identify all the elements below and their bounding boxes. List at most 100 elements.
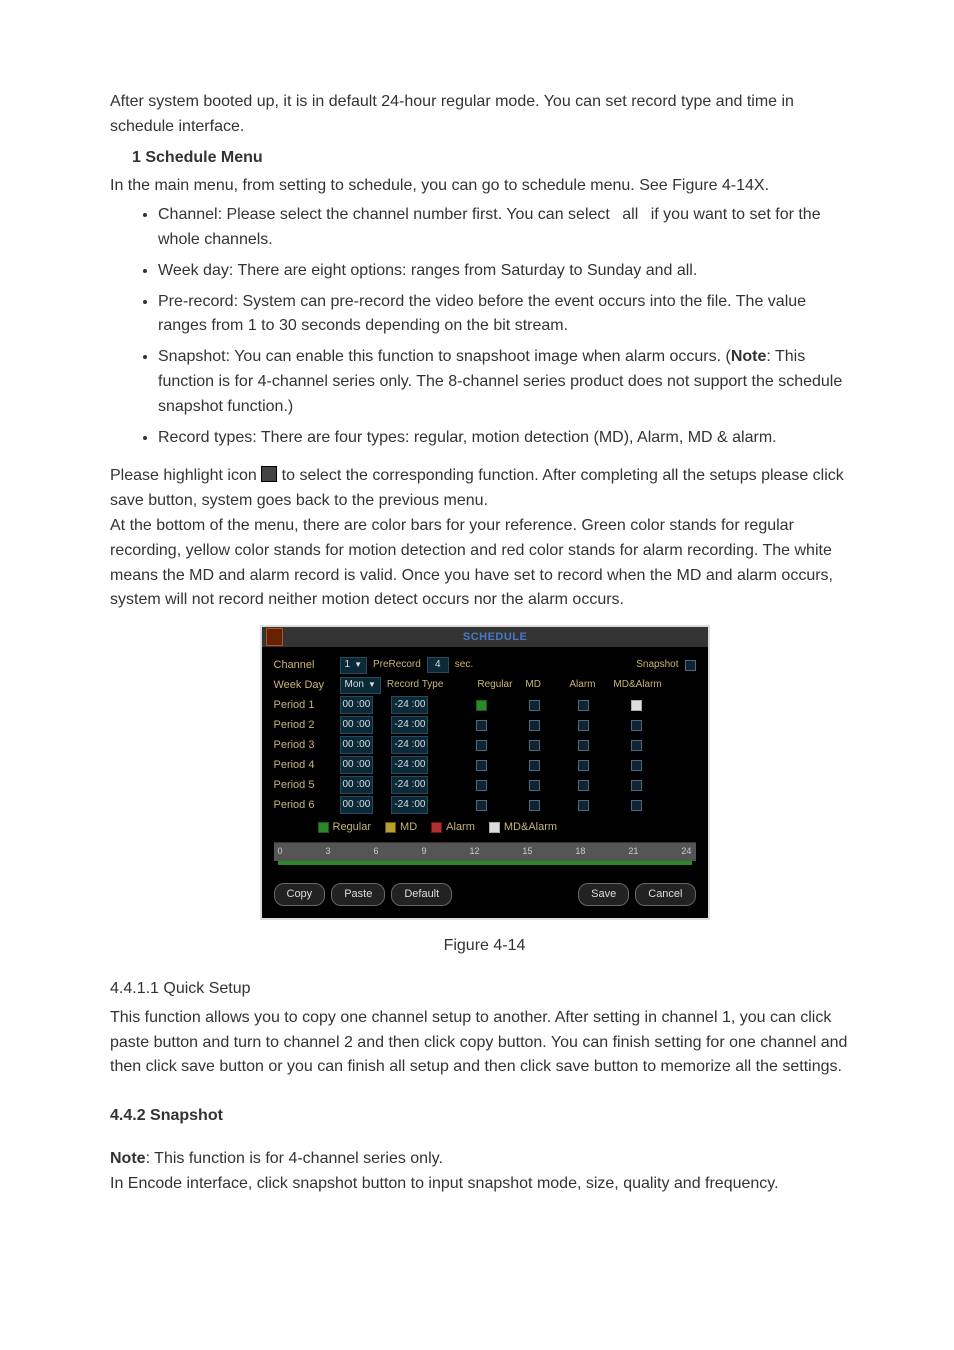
period-to[interactable]: -24 :00 [391,736,428,754]
period-mdalarm-checkbox[interactable] [631,740,642,751]
sec-label: sec. [455,657,473,673]
period-md-checkbox[interactable] [529,780,540,791]
period-from[interactable]: 00 :00 [340,796,374,814]
legend-regular: Regular [333,819,372,836]
tick-15: 15 [522,845,532,859]
period-label: Period 1 [274,697,334,714]
period-alarm-checkbox[interactable] [578,720,589,731]
bullet-snapshot: Snapshot: You can enable this function t… [158,345,859,419]
chevron-down-icon: ▼ [354,659,362,671]
period-mdalarm-checkbox[interactable] [631,760,642,771]
period-alarm-checkbox[interactable] [578,760,589,771]
period-regular-checkbox[interactable] [476,720,487,731]
section-1-line: In the main menu, from setting to schedu… [110,174,859,199]
period-md-checkbox[interactable] [529,700,540,711]
period-md-checkbox[interactable] [529,740,540,751]
snapshot-checkbox[interactable] [685,660,696,671]
period-to[interactable]: -24 :00 [391,696,428,714]
paste-button[interactable]: Paste [331,883,385,906]
period-row-3: Period 3 00 :00 -24 :00 [274,735,696,755]
tick-3: 3 [325,845,330,859]
col-md: MD [525,677,563,693]
period-regular-checkbox[interactable] [476,740,487,751]
tick-18: 18 [575,845,585,859]
tick-6: 6 [373,845,378,859]
period-md-checkbox[interactable] [529,800,540,811]
period-mdalarm-checkbox[interactable] [631,780,642,791]
default-button[interactable]: Default [391,883,452,906]
highlight-instruction: Please highlight icon to select the corr… [110,464,859,514]
period-row-4: Period 4 00 :00 -24 :00 [274,755,696,775]
channel-label: Channel [274,657,334,674]
period-alarm-checkbox[interactable] [578,700,589,711]
tick-9: 9 [421,845,426,859]
period-label: Period 3 [274,737,334,754]
period-regular-checkbox[interactable] [476,700,487,711]
period-regular-checkbox[interactable] [476,780,487,791]
save-button[interactable]: Save [578,883,629,906]
timeline-bar [278,861,692,865]
bullet-recordtypes: Record types: There are four types: regu… [158,426,859,451]
weekday-label: Week Day [274,677,334,694]
period-mdalarm-checkbox[interactable] [631,800,642,811]
snapshot-note-text: : This function is for 4-channel series … [146,1150,443,1167]
timeline-scale: 0 3 6 9 12 15 18 21 24 [274,842,696,861]
chevron-down-icon: ▼ [368,679,376,691]
period-regular-checkbox[interactable] [476,760,487,771]
col-alarm: Alarm [569,677,607,693]
period-alarm-checkbox[interactable] [578,780,589,791]
snapshot-note-line: Note: This function is for 4-channel ser… [110,1147,859,1172]
period-from[interactable]: 00 :00 [340,696,374,714]
period-to[interactable]: -24 :00 [391,716,428,734]
quick-setup-body: This function allows you to copy one cha… [110,1006,859,1080]
period-regular-checkbox[interactable] [476,800,487,811]
legend-regular-icon [318,822,329,833]
tick-24: 24 [681,845,691,859]
highlight-lead: Please highlight icon [110,467,261,484]
legend-md-icon [385,822,396,833]
period-label: Period 4 [274,757,334,774]
period-from[interactable]: 00 :00 [340,756,374,774]
prerecord-input[interactable]: 4 [427,657,449,673]
period-from[interactable]: 00 :00 [340,736,374,754]
weekday-select[interactable]: Mon ▼ [340,677,381,694]
period-from[interactable]: 00 :00 [340,716,374,734]
period-to[interactable]: -24 :00 [391,796,428,814]
period-md-checkbox[interactable] [529,720,540,731]
snapshot-title: 4.4.2 Snapshot [110,1104,859,1129]
channel-value: 1 [345,657,351,673]
schedule-screenshot: SCHEDULE Channel 1▼ PreRecord 4 sec. Sna… [260,625,710,920]
col-regular: Regular [477,677,519,693]
tick-12: 12 [469,845,479,859]
tick-21: 21 [628,845,638,859]
legend-mdalarm: MD&Alarm [504,819,557,836]
period-from[interactable]: 00 :00 [340,776,374,794]
period-alarm-checkbox[interactable] [578,800,589,811]
weekday-value: Mon [345,677,364,693]
period-to[interactable]: -24 :00 [391,756,428,774]
window-title: SCHEDULE [283,629,708,646]
period-mdalarm-checkbox[interactable] [631,700,642,711]
cancel-button[interactable]: Cancel [635,883,695,906]
legend-md: MD [400,819,417,836]
bullet-channel: Channel: Please select the channel numbe… [158,203,859,253]
period-alarm-checkbox[interactable] [578,740,589,751]
legend-mdalarm-icon [489,822,500,833]
snapshot-note-label: Note [110,1150,146,1167]
period-row-2: Period 200 :00-24 :00 [274,715,696,735]
legend-alarm-icon [431,822,442,833]
snapshot-body: In Encode interface, click snapshot butt… [110,1172,859,1197]
period-md-checkbox[interactable] [529,760,540,771]
period-to[interactable]: -24 :00 [391,776,428,794]
channel-select[interactable]: 1▼ [340,657,367,674]
legend-alarm: Alarm [446,819,475,836]
figure-caption: Figure 4-14 [110,934,859,959]
bullet-weekday: Week day: There are eight options: range… [158,259,859,284]
period-mdalarm-checkbox[interactable] [631,720,642,731]
copy-button[interactable]: Copy [274,883,326,906]
bullet-snapshot-lead: Snapshot: You can enable this function t… [158,348,731,365]
color-bar-explanation: At the bottom of the menu, there are col… [110,514,859,613]
period-row-1: Period 1 00 :00 -24 :00 [274,695,696,715]
note-label: Note [731,348,767,365]
period-label: Period 5 [274,777,334,794]
